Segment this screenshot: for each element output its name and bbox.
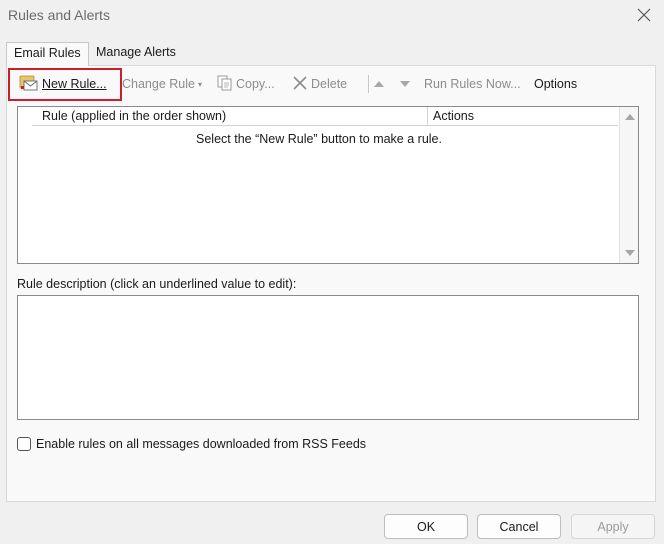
rule-description-label: Rule description (click an underlined va… — [17, 277, 297, 291]
rss-rules-checkbox[interactable] — [17, 437, 31, 451]
window-title: Rules and Alerts — [8, 7, 110, 23]
arrow-down-icon — [400, 81, 410, 87]
toolbar-separator — [368, 75, 369, 93]
change-rule-label: Change Rule — [122, 77, 195, 91]
tab-manage-alerts[interactable]: Manage Alerts — [89, 42, 193, 65]
move-down-button[interactable] — [400, 74, 410, 94]
new-rule-label: New Rule... — [42, 77, 107, 91]
options-button[interactable]: Options — [534, 74, 577, 94]
move-up-button[interactable] — [374, 74, 384, 94]
rules-toolbar: New Rule... Change Rule ▾ Copy... Delete… — [7, 66, 657, 102]
run-rules-now-label: Run Rules Now... — [424, 77, 521, 91]
email-rules-panel: New Rule... Change Rule ▾ Copy... Delete… — [6, 65, 656, 502]
options-label: Options — [534, 77, 578, 91]
close-icon — [637, 8, 651, 22]
chevron-down-icon: ▾ — [197, 79, 202, 89]
delete-button[interactable]: Delete — [292, 74, 347, 94]
new-rule-icon — [19, 74, 39, 95]
apply-button[interactable]: Apply — [571, 514, 655, 539]
scroll-down-icon[interactable] — [625, 250, 635, 256]
rss-rules-option[interactable]: Enable rules on all messages downloaded … — [17, 435, 366, 453]
tab-email-rules[interactable]: Email Rules — [6, 42, 89, 66]
rules-list-scrollbar[interactable] — [619, 107, 638, 263]
rules-list[interactable]: Rule (applied in the order shown) Action… — [17, 106, 639, 264]
arrow-up-icon — [374, 81, 384, 87]
ok-button[interactable]: OK — [384, 514, 468, 539]
rule-description-box[interactable] — [17, 295, 639, 420]
change-rule-button[interactable]: Change Rule ▾ — [122, 74, 202, 94]
delete-x-icon — [292, 75, 308, 94]
column-header-actions[interactable]: Actions — [428, 107, 618, 126]
copy-icon — [217, 75, 233, 94]
new-rule-button[interactable]: New Rule... — [19, 74, 107, 94]
cancel-button[interactable]: Cancel — [477, 514, 561, 539]
column-header-rule[interactable]: Rule (applied in the order shown) — [32, 107, 428, 126]
run-rules-now-button[interactable]: Run Rules Now... — [424, 74, 521, 94]
delete-label: Delete — [311, 77, 348, 91]
scroll-up-icon[interactable] — [625, 114, 635, 120]
title-bar: Rules and Alerts — [0, 0, 664, 32]
copy-button[interactable]: Copy... — [217, 74, 275, 94]
copy-label: Copy... — [236, 77, 275, 91]
empty-rules-message: Select the “New Rule” button to make a r… — [196, 132, 442, 146]
close-button[interactable] — [630, 2, 658, 28]
rss-rules-label: Enable rules on all messages downloaded … — [36, 437, 367, 451]
